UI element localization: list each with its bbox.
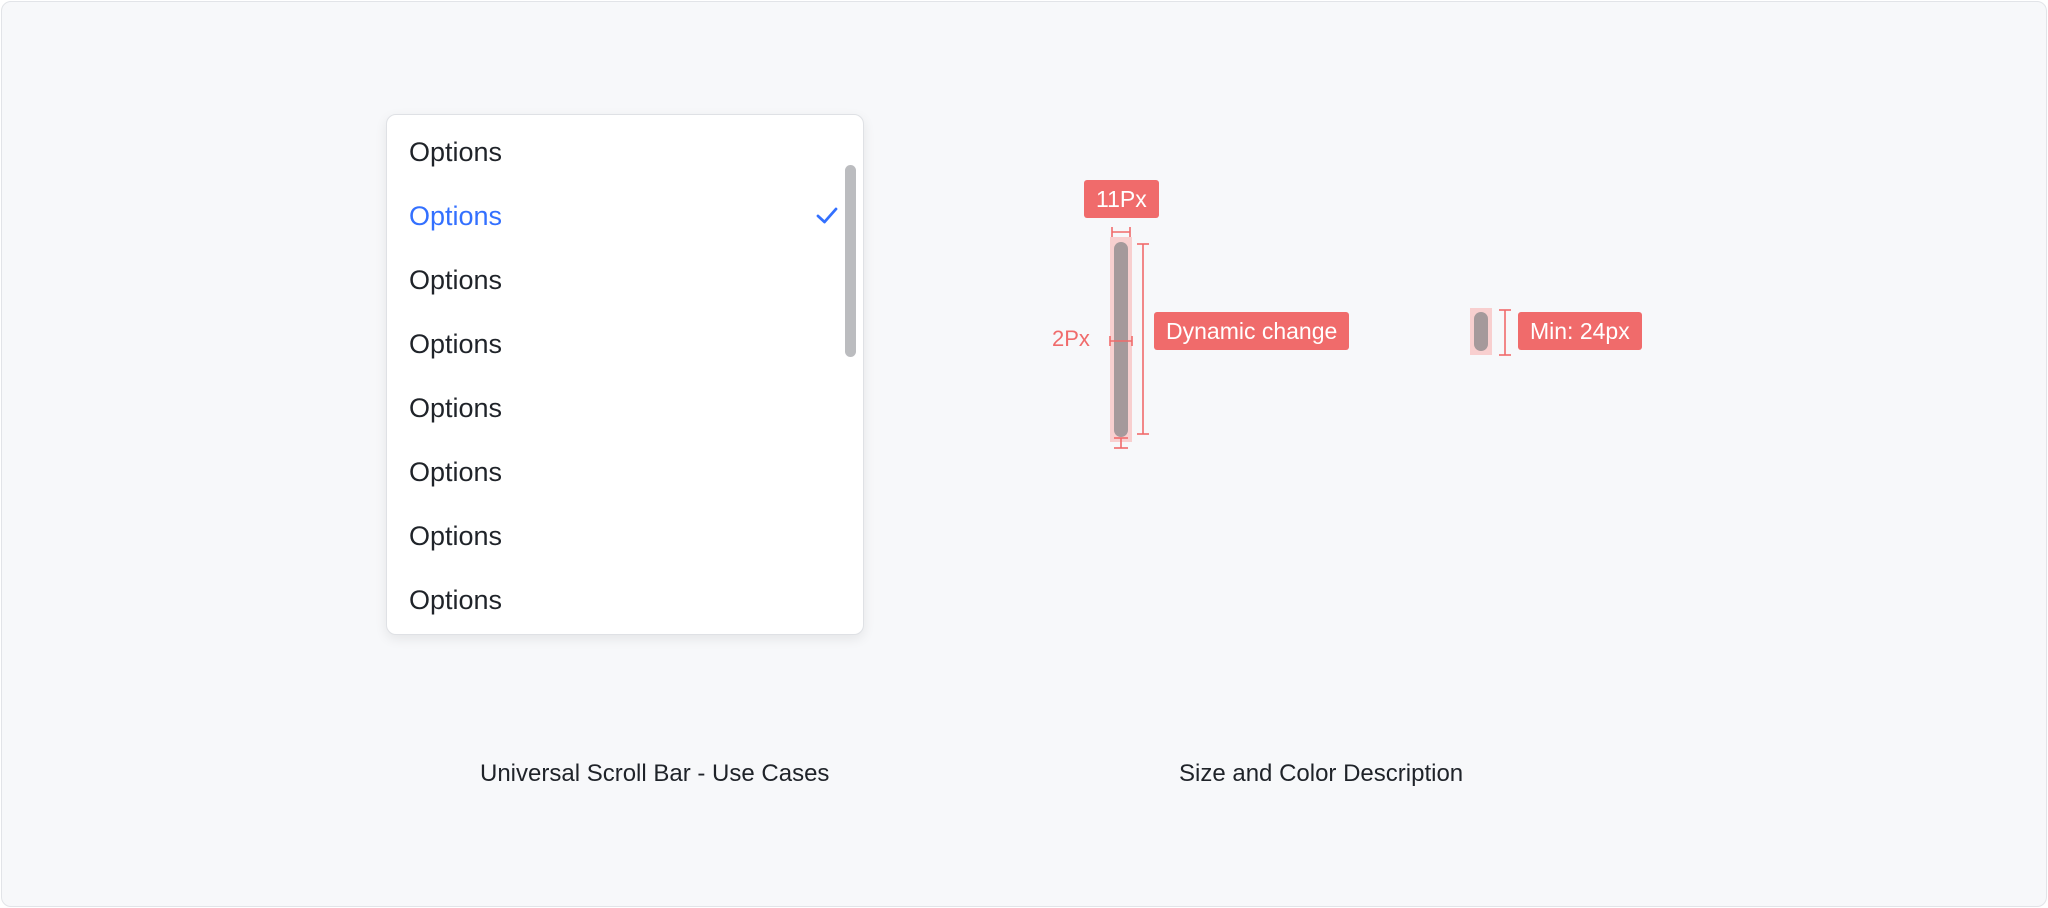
size-color-caption: Size and Color Description xyxy=(1179,760,1464,787)
width-tag: 11Px xyxy=(1084,180,1159,218)
gap-label: 2Px xyxy=(1052,326,1090,351)
min-thumb-spec xyxy=(1474,312,1488,351)
scrollbar-thumb-spec xyxy=(1114,242,1128,437)
scrollbar-spec-diagram xyxy=(1109,227,1511,449)
use-cases-caption: Universal Scroll Bar - Use Cases xyxy=(480,760,830,787)
dynamic-change-tag: Dynamic change xyxy=(1154,312,1350,350)
min-height-tag: Min: 24px xyxy=(1518,312,1642,350)
